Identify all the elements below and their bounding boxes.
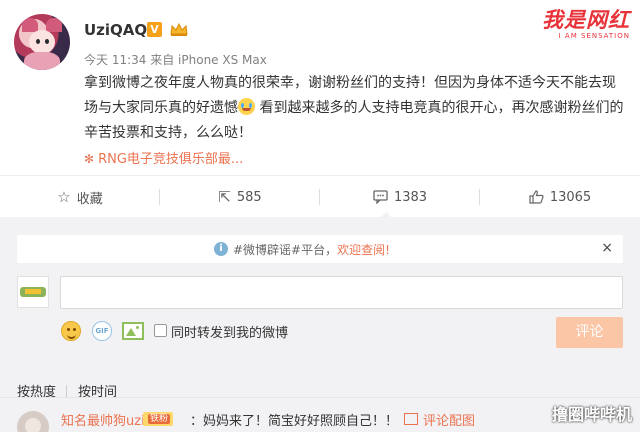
- comment-count: 1383: [393, 189, 428, 205]
- notice-prefix[interactable]: #微博辟谣#平台，: [233, 243, 337, 257]
- comment-section: i #微博辟谣#平台，欢迎查阅! × GIF 同时转发到我的微博 评论 按热度 …: [0, 217, 640, 432]
- avatar-eye-right: [45, 39, 49, 44]
- avatar-body: [24, 52, 60, 70]
- commenter-avatar[interactable]: [17, 411, 49, 432]
- avatar-eye-left: [36, 39, 40, 44]
- fan-badge-text: 铁粉: [148, 414, 171, 424]
- repost-checkbox[interactable]: [154, 324, 167, 337]
- star-icon: ☆: [57, 188, 71, 206]
- favorite-button[interactable]: ☆ 收藏: [0, 176, 160, 218]
- post-username[interactable]: UziQAQ: [84, 21, 147, 39]
- sort-divider: [66, 385, 67, 397]
- commenter-name[interactable]: 知名最帅狗uzi: [61, 410, 145, 429]
- emoji-icon[interactable]: [61, 321, 81, 341]
- source-tag-text: RNG电子竞技俱乐部最...: [98, 152, 244, 167]
- user-avatar[interactable]: [14, 14, 70, 70]
- comment-button[interactable]: 1383: [320, 176, 480, 219]
- repost-checkbox-label[interactable]: 同时转发到我的微博: [171, 322, 288, 341]
- like-count: 13065: [549, 189, 592, 205]
- source-tag-link[interactable]: ✻ RNG电子竞技俱乐部最...: [84, 148, 243, 167]
- post-device: 来自 iPhone XS Max: [150, 53, 267, 67]
- watermark-logo: 我是网红 I AM SENSATION: [542, 4, 630, 40]
- post-time[interactable]: 今天 11:34: [84, 53, 146, 67]
- fan-badge[interactable]: 铁粉: [143, 412, 174, 426]
- bottom-watermark: 撸圈哔哔机: [551, 405, 632, 424]
- share-icon: ⇱: [218, 188, 231, 206]
- like-button[interactable]: 13065: [480, 176, 640, 218]
- avatar-face: [29, 30, 55, 54]
- verified-badge[interactable]: V: [147, 22, 162, 37]
- submit-comment-button[interactable]: 评论: [556, 317, 623, 348]
- current-user-avatar[interactable]: [17, 276, 49, 308]
- comment-icon: [373, 190, 388, 204]
- gif-icon[interactable]: GIF: [92, 321, 112, 341]
- image-icon[interactable]: [122, 322, 144, 340]
- flower-icon: ✻: [84, 152, 95, 166]
- picture-icon[interactable]: [404, 413, 418, 425]
- post-content: 拿到微博之夜年度人物真的很荣幸，谢谢粉丝们的支持！但因为身体不适今天不能去现场与…: [84, 71, 624, 146]
- repost-button[interactable]: ⇱ 585: [160, 176, 320, 218]
- notice-text: #微博辟谣#平台，欢迎查阅!: [233, 241, 390, 258]
- info-icon: i: [214, 242, 228, 256]
- close-icon[interactable]: ×: [601, 240, 613, 256]
- weibo-post: UziQAQ V 今天 11:34 来自 iPhone XS Max 我是网红 …: [0, 0, 640, 175]
- thumbs-up-icon: [529, 190, 544, 204]
- comment-text: ：妈妈来了！简宝好好照顾自己！！: [190, 414, 399, 429]
- post-action-bar: ☆ 收藏 ⇱ 585 1383 13065: [0, 175, 640, 219]
- favorite-label: 收藏: [76, 191, 103, 207]
- repost-count: 585: [236, 189, 262, 205]
- comment-picture-link[interactable]: 评论配图: [423, 410, 475, 429]
- notice-link[interactable]: 欢迎查阅!: [337, 243, 390, 257]
- watermark-title: 我是网红: [542, 7, 630, 32]
- avatar-shape-b: [25, 289, 41, 294]
- crown-icon[interactable]: [170, 22, 188, 37]
- section-divider: [0, 397, 640, 398]
- comment-input[interactable]: [60, 276, 623, 309]
- avatar-ear-left: [22, 18, 38, 32]
- cry-emoji-icon: [238, 98, 255, 115]
- avatar-ear-right: [46, 18, 62, 32]
- post-meta: 今天 11:34 来自 iPhone XS Max: [84, 51, 267, 68]
- rumor-notice-bar: i #微博辟谣#平台，欢迎查阅! ×: [17, 235, 623, 263]
